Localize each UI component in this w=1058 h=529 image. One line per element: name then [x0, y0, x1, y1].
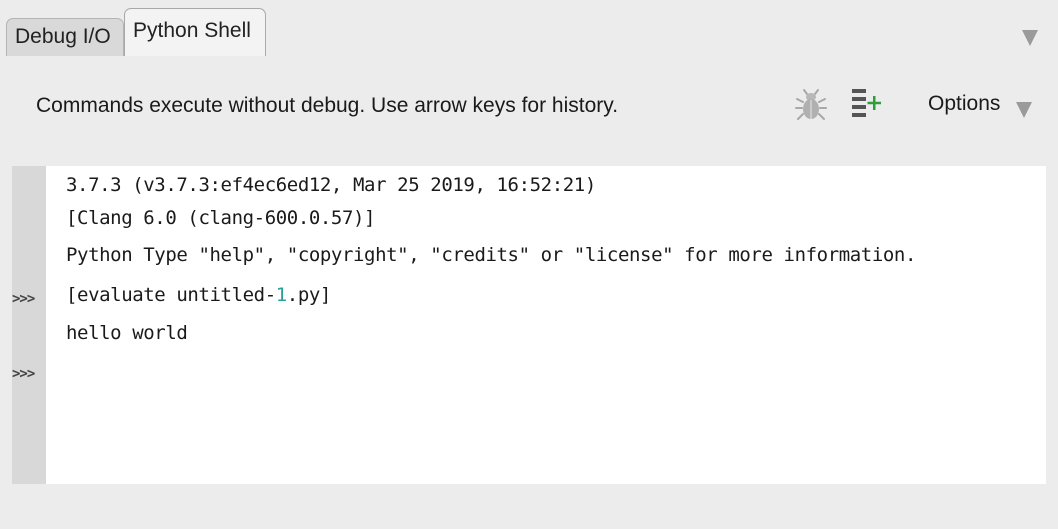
tab-debug-io[interactable]: Debug I/O [6, 18, 124, 56]
shell-line-info: Python Type "help", "copyright", "credit… [66, 244, 917, 266]
shell-prompt: >>> [12, 291, 35, 307]
prompt-gutter: >>> >>> [12, 166, 46, 484]
options-button[interactable]: Options [928, 92, 1000, 116]
tab-bar: Debug I/O Python Shell [0, 0, 1058, 70]
shell-prompt: >>> [12, 366, 35, 382]
evaluate-prefix: [evaluate untitled- [66, 284, 276, 306]
shell-toolbar: Commands execute without debug. Use arro… [0, 70, 1058, 154]
shell-line-output: hello world [66, 322, 188, 344]
bug-icon[interactable] [795, 88, 827, 122]
shell-line-compiler: [Clang 6.0 (clang-600.0.57)] [66, 207, 376, 229]
shell-output-area[interactable]: >>> >>> 3.7.3 (v3.7.3:ef4ec6ed12, Mar 25… [12, 166, 1046, 484]
shell-line-version: 3.7.3 (v3.7.3:ef4ec6ed12, Mar 25 2019, 1… [66, 174, 596, 196]
shell-hint-text: Commands execute without debug. Use arro… [36, 94, 619, 117]
evaluate-suffix: .py] [286, 284, 332, 306]
tab-menu-arrow-icon[interactable] [1022, 30, 1038, 46]
options-arrow-icon[interactable] [1016, 102, 1032, 118]
shell-line-evaluate: [evaluate untitled-1.py] [66, 284, 331, 306]
panel-footer [0, 496, 1058, 529]
evaluate-number: 1 [275, 284, 287, 306]
indent-add-icon[interactable] [850, 86, 884, 120]
tab-python-shell[interactable]: Python Shell [124, 8, 266, 56]
